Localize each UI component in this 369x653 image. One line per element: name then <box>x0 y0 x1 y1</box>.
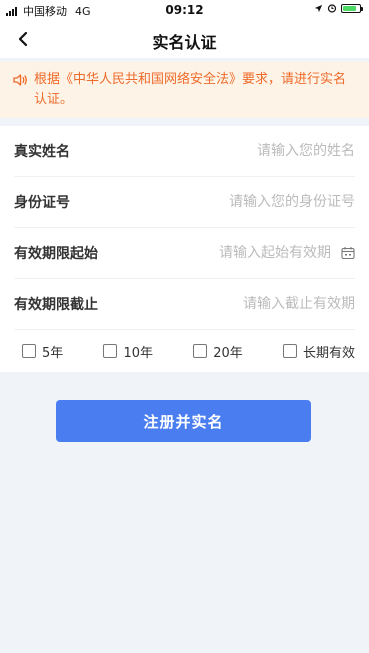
validity-start-label: 有效期限起始 <box>14 246 98 262</box>
option-20-years[interactable]: 20年 <box>193 342 243 361</box>
checkbox-permanent[interactable] <box>282 344 297 358</box>
notice-text: 根据《中华人民共和国网络安全法》要求，请进行实名认证。 <box>34 72 347 107</box>
option-5-years[interactable]: 5年 <box>22 342 63 361</box>
status-bar: 中国移动 4G 09:12 <box>0 0 369 20</box>
name-label: 真实姓名 <box>14 144 70 160</box>
option-10-years[interactable]: 10年 <box>103 342 153 361</box>
battery-icon <box>341 3 363 13</box>
option-permanent-label: 长期有效 <box>302 345 355 361</box>
option-10-years-label: 10年 <box>123 345 154 361</box>
validity-start-input[interactable] <box>124 241 331 265</box>
name-row: 真实姓名 <box>14 126 355 177</box>
validity-start-row: 有效期限起始 <box>14 228 355 279</box>
id-number-label: 身份证号 <box>14 195 70 211</box>
option-permanent[interactable]: 长期有效 <box>282 342 355 361</box>
validity-end-label: 有效期限截止 <box>14 297 98 313</box>
option-20-years-label: 20年 <box>213 345 243 361</box>
speaker-icon <box>13 74 27 86</box>
validity-options: 5年 10年 20年 长期有效 <box>0 330 369 372</box>
location-arrow-icon <box>314 4 323 12</box>
validity-end-input[interactable] <box>124 292 355 316</box>
verification-form: 真实姓名 身份证号 有效期限起始 有效期限截止 5年 10年 <box>0 126 369 372</box>
status-right <box>314 3 363 13</box>
id-number-input[interactable] <box>124 190 355 214</box>
alarm-icon <box>327 4 337 13</box>
checkbox-5-years[interactable] <box>22 344 36 358</box>
validity-end-row: 有效期限截止 <box>14 279 355 330</box>
option-5-years-label: 5年 <box>42 345 64 361</box>
register-verify-button[interactable]: 注册并实名 <box>56 400 311 442</box>
nav-bar: 实名认证 <box>0 20 369 58</box>
id-number-row: 身份证号 <box>14 177 355 228</box>
checkbox-20-years[interactable] <box>193 344 208 358</box>
name-input[interactable] <box>124 139 355 163</box>
page-title: 实名认证 <box>152 33 217 52</box>
notice-banner: 根据《中华人民共和国网络安全法》要求，请进行实名认证。 <box>0 62 369 118</box>
checkbox-10-years[interactable] <box>103 344 118 358</box>
calendar-icon[interactable] <box>341 246 355 260</box>
